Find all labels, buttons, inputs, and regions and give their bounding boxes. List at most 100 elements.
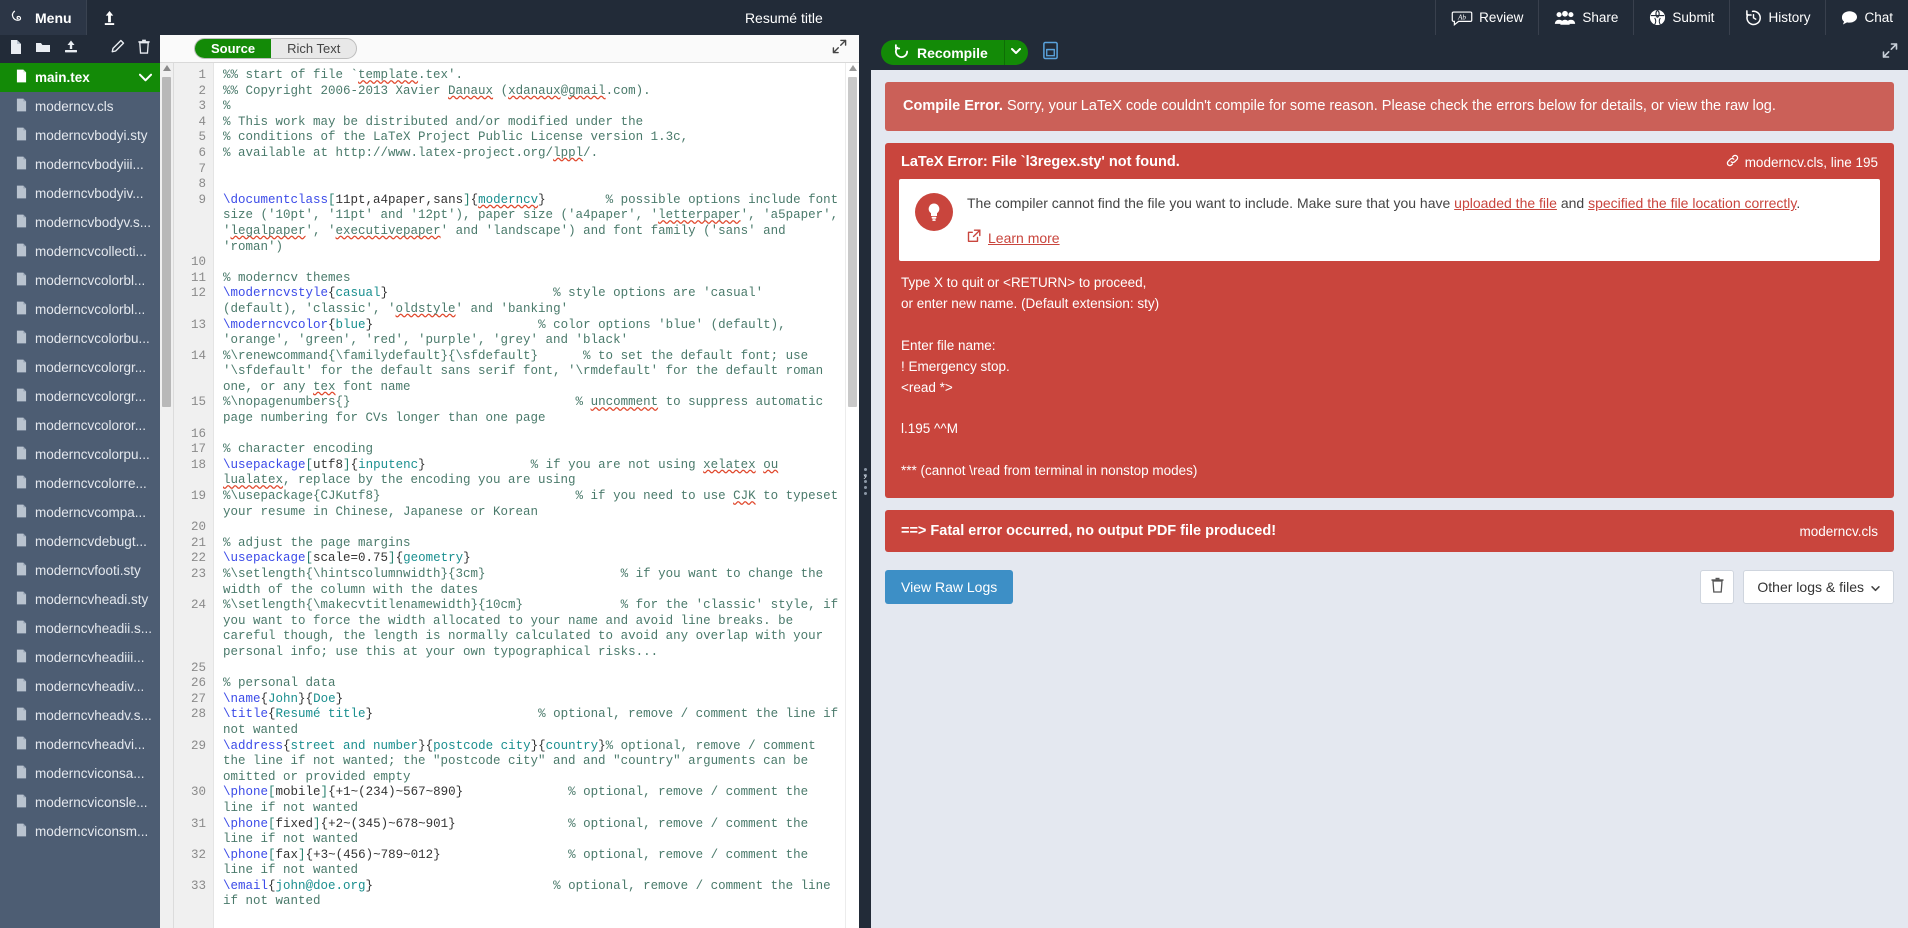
trash-icon xyxy=(1710,577,1725,598)
upload-icon[interactable] xyxy=(63,39,79,59)
line-number: 29 xyxy=(190,738,206,753)
file-item[interactable]: moderncvfooti.sty xyxy=(0,556,160,585)
file-item[interactable]: moderncvcolorbu... xyxy=(0,324,160,353)
code-area[interactable]: 1234567899991011121213131414141515161718… xyxy=(174,63,845,928)
file-tree-scrollbar[interactable] xyxy=(160,63,174,928)
line-number: 15 xyxy=(190,395,206,410)
file-item[interactable]: moderncv.cls xyxy=(0,92,160,121)
file-name: moderncvcompa... xyxy=(35,505,147,520)
uploaded-the-file-link[interactable]: uploaded the file xyxy=(1454,195,1557,211)
file-item[interactable]: moderncvheadiv... xyxy=(0,672,160,701)
pdf-expand-icon[interactable] xyxy=(1882,42,1898,63)
file-item[interactable]: moderncvheadvi... xyxy=(0,730,160,759)
line-number: 14 xyxy=(190,348,206,363)
file-item[interactable]: moderncviconsa... xyxy=(0,759,160,788)
pdf-download-button[interactable] xyxy=(1038,40,1064,66)
recompile-options-button[interactable] xyxy=(1003,40,1028,65)
code-line: \moderncvcolor{blue} % color options 'bl… xyxy=(223,317,794,348)
file-name: moderncviconsle... xyxy=(35,795,148,810)
file-name: moderncviconsm... xyxy=(35,824,149,839)
hint-post: . xyxy=(1796,195,1801,212)
error-hint-box: The compiler cannot find the file you wa… xyxy=(899,179,1880,262)
file-item[interactable]: moderncvcolorbl... xyxy=(0,266,160,295)
code-line: \phone[fixed]{+2~(345)~678~901} % option… xyxy=(223,816,816,847)
view-raw-logs-button[interactable]: View Raw Logs xyxy=(885,570,1014,605)
file-item[interactable]: moderncvheadi.sty xyxy=(0,585,160,614)
file-item[interactable]: moderncvcompa... xyxy=(0,498,160,527)
file-item[interactable]: moderncvbodyiii... xyxy=(0,150,160,179)
file-item[interactable]: moderncvcolorre... xyxy=(0,469,160,498)
error-file-link[interactable]: moderncv.cls, line 195 xyxy=(1726,154,1878,170)
compile-error-summary: Compile Error. Sorry, your LaTeX code co… xyxy=(885,82,1894,132)
recompile-button[interactable]: Recompile xyxy=(881,40,1004,65)
tab-rich-text[interactable]: Rich Text xyxy=(271,39,356,58)
file-item[interactable]: moderncvheadiii... xyxy=(0,643,160,672)
error-file-label: moderncv.cls, line 195 xyxy=(1744,154,1878,170)
file-icon xyxy=(16,736,27,753)
delete-trash-icon[interactable] xyxy=(137,39,151,59)
hint-row: The compiler cannot find the file you wa… xyxy=(915,193,1864,249)
review-ab-icon: Ab xyxy=(1451,10,1473,26)
code-line: %% Copyright 2006-2013 Xavier Danaux (xd… xyxy=(223,83,651,98)
file-item[interactable]: moderncvcolorpu... xyxy=(0,440,160,469)
chat-bubble-icon xyxy=(1841,10,1858,26)
splitter-collapse-icon[interactable]: › xyxy=(859,464,871,490)
clear-cache-button[interactable] xyxy=(1700,570,1735,605)
file-item[interactable]: moderncvcolorgr... xyxy=(0,353,160,382)
share-button[interactable]: Share xyxy=(1538,0,1633,35)
file-item[interactable]: moderncviconsle... xyxy=(0,788,160,817)
chevron-down-icon xyxy=(1871,579,1880,595)
file-item[interactable]: moderncviconsm... xyxy=(0,817,160,846)
file-item[interactable]: moderncvbodyi.sty xyxy=(0,121,160,150)
menu-button[interactable]: Menu xyxy=(0,0,87,35)
scroll-up-arrow-icon[interactable] xyxy=(849,65,857,71)
back-to-projects-button[interactable] xyxy=(87,0,133,35)
file-item[interactable]: moderncvcollecti... xyxy=(0,237,160,266)
source-richtext-switcher[interactable]: Source Rich Text xyxy=(194,38,358,59)
chevron-down-icon[interactable] xyxy=(138,70,153,85)
scrollbar-thumb[interactable] xyxy=(162,77,171,407)
code-text[interactable]: %% start of file `template.tex'.%% Copyr… xyxy=(214,63,845,928)
file-item[interactable]: moderncvcoloror... xyxy=(0,411,160,440)
code-line: \phone[mobile]{+1~(234)~567~890} % optio… xyxy=(223,785,816,815)
code-line: \address{street and number}{postcode cit… xyxy=(223,738,824,784)
submit-button[interactable]: Submit xyxy=(1633,0,1729,35)
file-icon xyxy=(16,301,27,318)
new-folder-icon[interactable] xyxy=(35,40,51,59)
file-item[interactable]: moderncvcolorgr... xyxy=(0,382,160,411)
line-number: 18 xyxy=(190,457,206,472)
tab-source[interactable]: Source xyxy=(195,39,272,58)
chat-button[interactable]: Chat xyxy=(1825,0,1908,35)
panel-splitter[interactable]: › xyxy=(859,35,871,928)
scrollbar-thumb[interactable] xyxy=(848,77,857,407)
editor-scrollbar[interactable] xyxy=(845,63,859,928)
file-item-main-tex[interactable]: main.tex xyxy=(0,63,160,92)
upload-arrow-icon xyxy=(102,9,117,26)
line-number: 30 xyxy=(190,785,206,800)
file-item[interactable]: moderncvheadii.s... xyxy=(0,614,160,643)
file-item[interactable]: moderncvcolorbl... xyxy=(0,295,160,324)
file-item[interactable]: moderncvbodyiv... xyxy=(0,179,160,208)
new-file-icon[interactable] xyxy=(9,39,23,60)
file-icon xyxy=(16,98,27,115)
learn-more-link[interactable]: Learn more xyxy=(967,228,1060,249)
file-list[interactable]: main.tex moderncv.cls moderncvbodyi.sty … xyxy=(0,63,160,928)
svg-text:Ab: Ab xyxy=(1457,13,1466,21)
file-item[interactable]: moderncvheadv.s... xyxy=(0,701,160,730)
rename-pencil-icon[interactable] xyxy=(110,39,125,59)
file-item[interactable]: moderncvbodyv.s... xyxy=(0,208,160,237)
scroll-up-arrow-icon[interactable] xyxy=(163,65,171,71)
code-line: \name{John}{Doe} xyxy=(223,691,344,706)
other-logs-files-button[interactable]: Other logs & files xyxy=(1743,570,1894,605)
code-line: %\usepackage{CJKutf8} % if you need to u… xyxy=(223,489,845,519)
file-name: moderncvcoloror... xyxy=(35,418,147,433)
review-button[interactable]: Ab Review xyxy=(1435,0,1538,35)
history-button[interactable]: History xyxy=(1729,0,1825,35)
file-location-link[interactable]: specified the file location correctly xyxy=(1588,195,1796,211)
file-item[interactable]: moderncvdebugt... xyxy=(0,527,160,556)
file-icon xyxy=(16,127,27,144)
code-line: \email{john@doe.org} % optional, remove … xyxy=(223,878,839,909)
editor-expand-icon[interactable] xyxy=(832,39,847,59)
